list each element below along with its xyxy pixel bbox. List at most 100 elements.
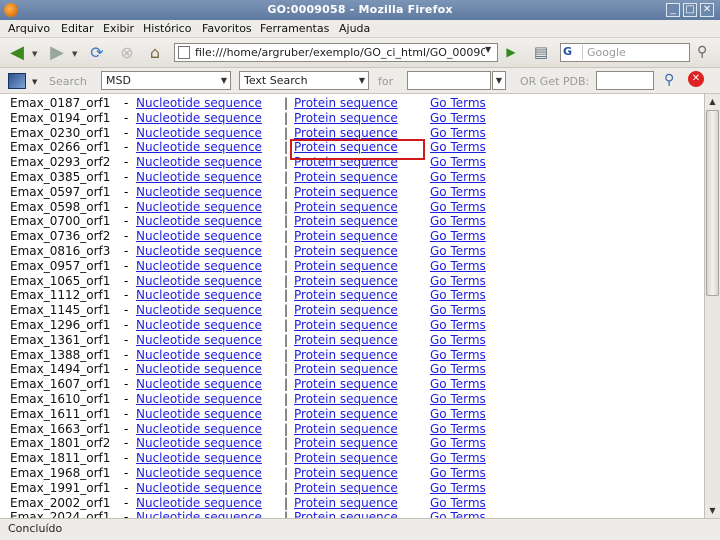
search-term-dropdown[interactable]: ▼ (492, 71, 506, 90)
go-arrow-icon[interactable]: ▶ (502, 43, 520, 62)
back-history-dropdown-icon[interactable]: ▼ (32, 50, 37, 58)
go-terms-link[interactable]: Go Terms (430, 318, 486, 333)
nucleotide-sequence-link[interactable]: Nucleotide sequence (136, 170, 284, 185)
protein-sequence-link[interactable]: Protein sequence (294, 377, 430, 392)
menu-ferramentas[interactable]: Ferramentas (260, 22, 329, 35)
go-terms-link[interactable]: Go Terms (430, 170, 486, 185)
database-icon[interactable] (8, 73, 26, 89)
protein-sequence-link[interactable]: Protein sequence (294, 422, 430, 437)
protein-sequence-link[interactable]: Protein sequence (294, 185, 430, 200)
search-input[interactable]: Google (587, 46, 626, 59)
search-bar[interactable]: G Google (560, 43, 690, 62)
nucleotide-sequence-link[interactable]: Nucleotide sequence (136, 510, 284, 518)
nucleotide-sequence-link[interactable]: Nucleotide sequence (136, 200, 284, 215)
protein-sequence-link[interactable]: Protein sequence (294, 436, 430, 451)
search-engine-icon[interactable]: G (563, 45, 583, 60)
nucleotide-sequence-link[interactable]: Nucleotide sequence (136, 407, 284, 422)
nucleotide-sequence-link[interactable]: Nucleotide sequence (136, 466, 284, 481)
back-arrow-icon[interactable]: ◀ (6, 43, 28, 63)
home-icon[interactable]: ⌂ (144, 43, 166, 63)
go-terms-link[interactable]: Go Terms (430, 229, 486, 244)
nucleotide-sequence-link[interactable]: Nucleotide sequence (136, 451, 284, 466)
go-terms-link[interactable]: Go Terms (430, 288, 486, 303)
protein-sequence-link[interactable]: Protein sequence (294, 111, 430, 126)
nucleotide-sequence-link[interactable]: Nucleotide sequence (136, 111, 284, 126)
go-terms-link[interactable]: Go Terms (430, 407, 486, 422)
go-terms-link[interactable]: Go Terms (430, 244, 486, 259)
go-terms-link[interactable]: Go Terms (430, 333, 486, 348)
go-terms-link[interactable]: Go Terms (430, 126, 486, 141)
nucleotide-sequence-link[interactable]: Nucleotide sequence (136, 377, 284, 392)
nucleotide-sequence-link[interactable]: Nucleotide sequence (136, 436, 284, 451)
menu-exibir[interactable]: Exibir (103, 22, 134, 35)
scroll-down-icon[interactable]: ▼ (705, 503, 720, 518)
go-terms-link[interactable]: Go Terms (430, 392, 486, 407)
nucleotide-sequence-link[interactable]: Nucleotide sequence (136, 362, 284, 377)
vertical-scrollbar[interactable]: ▲ ▼ (704, 94, 720, 518)
protein-sequence-link[interactable]: Protein sequence (294, 170, 430, 185)
menu-arquivo[interactable]: Arquivo (8, 22, 50, 35)
protein-sequence-link[interactable]: Protein sequence (294, 126, 430, 141)
protein-sequence-link[interactable]: Protein sequence (294, 362, 430, 377)
protein-sequence-link[interactable]: Protein sequence (294, 96, 430, 111)
nucleotide-sequence-link[interactable]: Nucleotide sequence (136, 214, 284, 229)
close-window-button[interactable]: ✕ (700, 3, 714, 17)
go-terms-link[interactable]: Go Terms (430, 481, 486, 496)
search-term-input[interactable] (407, 71, 491, 90)
bookmark-page-icon[interactable]: ▤ (530, 43, 552, 62)
protein-sequence-link[interactable]: Protein sequence (294, 259, 430, 274)
protein-sequence-link[interactable]: Protein sequence (294, 303, 430, 318)
protein-sequence-link[interactable]: Protein sequence (294, 333, 430, 348)
menu-historico[interactable]: Histórico (143, 22, 191, 35)
scroll-up-icon[interactable]: ▲ (705, 94, 720, 109)
go-terms-link[interactable]: Go Terms (430, 510, 486, 518)
go-terms-link[interactable]: Go Terms (430, 451, 486, 466)
nucleotide-sequence-link[interactable]: Nucleotide sequence (136, 185, 284, 200)
nucleotide-sequence-link[interactable]: Nucleotide sequence (136, 229, 284, 244)
go-terms-link[interactable]: Go Terms (430, 155, 486, 170)
database-dropdown-icon[interactable]: ▼ (32, 78, 37, 86)
nucleotide-sequence-link[interactable]: Nucleotide sequence (136, 422, 284, 437)
nucleotide-sequence-link[interactable]: Nucleotide sequence (136, 274, 284, 289)
forward-history-dropdown-icon[interactable]: ▼ (72, 50, 77, 58)
url-bar[interactable]: file:///home/argruber/exemplo/GO_ci_html… (174, 43, 498, 62)
go-terms-link[interactable]: Go Terms (430, 140, 486, 155)
close-toolbar-icon[interactable]: ✕ (688, 71, 704, 87)
go-terms-link[interactable]: Go Terms (430, 96, 486, 111)
nucleotide-sequence-link[interactable]: Nucleotide sequence (136, 126, 284, 141)
protein-sequence-link[interactable]: Protein sequence (294, 496, 430, 511)
go-terms-link[interactable]: Go Terms (430, 362, 486, 377)
go-terms-link[interactable]: Go Terms (430, 496, 486, 511)
nucleotide-sequence-link[interactable]: Nucleotide sequence (136, 155, 284, 170)
go-terms-link[interactable]: Go Terms (430, 214, 486, 229)
reload-icon[interactable]: ⟳ (86, 43, 108, 63)
go-terms-link[interactable]: Go Terms (430, 303, 486, 318)
pdb-id-input[interactable] (596, 71, 654, 90)
protein-sequence-link[interactable]: Protein sequence (294, 407, 430, 422)
search-mode-select[interactable]: Text Search ▼ (239, 71, 369, 90)
nucleotide-sequence-link[interactable]: Nucleotide sequence (136, 496, 284, 511)
nucleotide-sequence-link[interactable]: Nucleotide sequence (136, 96, 284, 111)
url-history-dropdown-icon[interactable]: ▼ (485, 45, 491, 54)
nucleotide-sequence-link[interactable]: Nucleotide sequence (136, 303, 284, 318)
protein-sequence-link[interactable]: Protein sequence (294, 244, 430, 259)
minimize-button[interactable]: _ (666, 3, 680, 17)
go-terms-link[interactable]: Go Terms (430, 436, 486, 451)
pdb-search-icon[interactable]: ⚲ (664, 72, 674, 88)
protein-sequence-link[interactable]: Protein sequence (294, 318, 430, 333)
search-magnifier-icon[interactable]: ⚲ (697, 44, 707, 60)
go-terms-link[interactable]: Go Terms (430, 200, 486, 215)
menu-ajuda[interactable]: Ajuda (339, 22, 370, 35)
nucleotide-sequence-link[interactable]: Nucleotide sequence (136, 318, 284, 333)
scrollbar-thumb[interactable] (706, 110, 719, 296)
forward-arrow-icon[interactable]: ▶ (46, 43, 68, 63)
go-terms-link[interactable]: Go Terms (430, 274, 486, 289)
protein-sequence-link[interactable]: Protein sequence (294, 288, 430, 303)
go-terms-link[interactable]: Go Terms (430, 422, 486, 437)
database-select[interactable]: MSD ▼ (101, 71, 231, 90)
nucleotide-sequence-link[interactable]: Nucleotide sequence (136, 481, 284, 496)
nucleotide-sequence-link[interactable]: Nucleotide sequence (136, 244, 284, 259)
go-terms-link[interactable]: Go Terms (430, 348, 486, 363)
go-terms-link[interactable]: Go Terms (430, 111, 486, 126)
nucleotide-sequence-link[interactable]: Nucleotide sequence (136, 348, 284, 363)
